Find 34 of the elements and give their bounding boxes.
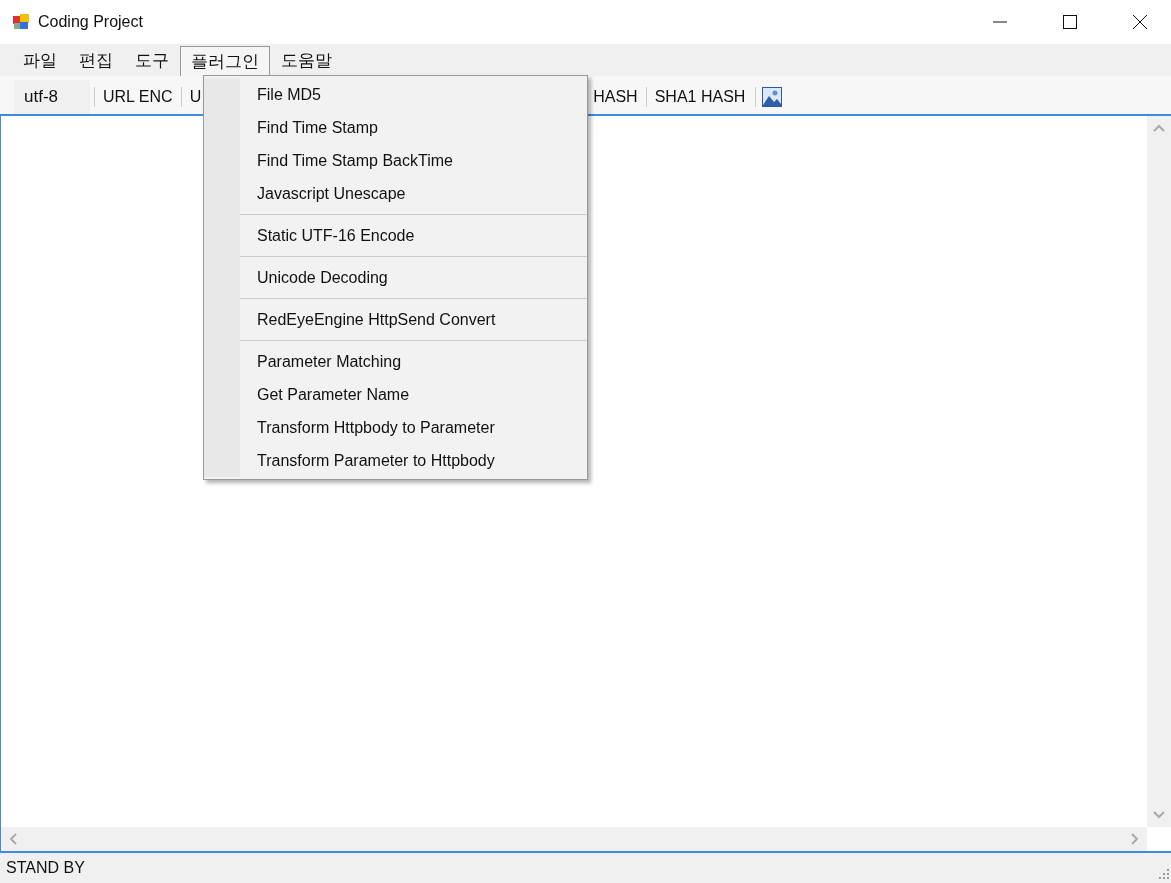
menu-item[interactable]: File MD5	[240, 78, 587, 111]
window-title: Coding Project	[38, 12, 143, 32]
menu-item[interactable]: Unicode Decoding	[240, 261, 587, 294]
toolbar-button[interactable]: HASH	[589, 81, 642, 112]
menu-item[interactable]: Static UTF-16 Encode	[240, 219, 587, 252]
maximize-icon[interactable]	[1063, 15, 1077, 29]
menu-bar-item[interactable]: 편집	[68, 46, 124, 76]
menu-bar-item[interactable]: 플러그인	[180, 46, 270, 76]
scroll-up-icon[interactable]	[1153, 124, 1165, 132]
menu-item[interactable]: Get Parameter Name	[240, 378, 587, 411]
menu-item[interactable]: RedEyeEngine HttpSend Convert	[240, 303, 587, 336]
app-icon	[12, 13, 30, 31]
menu-bar-item[interactable]: 도움말	[270, 46, 343, 76]
toolbar-button[interactable]: U	[185, 81, 206, 112]
encoding-label: utf-8	[14, 79, 90, 114]
image-icon[interactable]	[762, 86, 783, 107]
close-icon[interactable]	[1133, 15, 1147, 29]
vertical-scrollbar[interactable]	[1147, 116, 1171, 827]
toolbar-button[interactable]: URL ENC	[99, 81, 177, 112]
status-text: STAND BY	[6, 858, 85, 878]
menu-item[interactable]: Transform Parameter to Httpbody	[240, 444, 587, 477]
menu-item[interactable]: Javascript Unescape	[240, 177, 587, 210]
toolbar-button[interactable]: SHA1 HASH	[650, 81, 750, 112]
menu-item[interactable]: Find Time Stamp	[240, 111, 587, 144]
scroll-left-icon[interactable]	[9, 833, 17, 845]
scroll-down-icon[interactable]	[1153, 811, 1165, 819]
horizontal-scrollbar[interactable]	[1, 827, 1147, 851]
scroll-right-icon[interactable]	[1131, 833, 1139, 845]
menu-item[interactable]: Parameter Matching	[240, 345, 587, 378]
menu-item[interactable]: Transform Httpbody to Parameter	[240, 411, 587, 444]
menu-bar-item[interactable]: 파일	[12, 46, 68, 76]
menu-item[interactable]: Find Time Stamp BackTime	[240, 144, 587, 177]
menu-bar-item[interactable]: 도구	[124, 46, 180, 76]
resize-grip-icon[interactable]	[1157, 867, 1169, 879]
